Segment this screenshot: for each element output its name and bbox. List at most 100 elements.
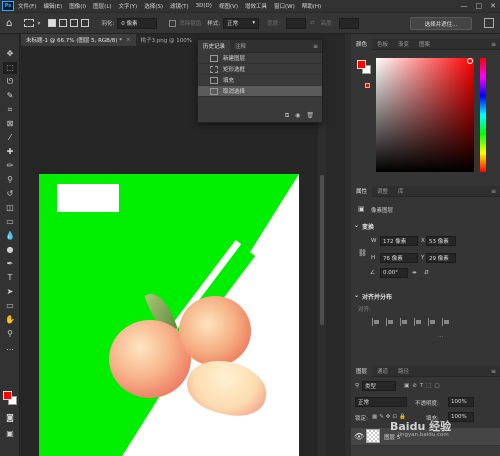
type-tool-icon[interactable]: T [3,272,17,284]
flip-vertical-icon[interactable]: ⇵ [424,270,429,276]
menu-image[interactable]: 图像(I) [69,2,86,10]
panel-menu-icon[interactable]: ≡ [491,188,496,195]
antialias-checkbox[interactable] [169,19,177,27]
history-item[interactable]: 取消选择 [198,86,322,97]
path-select-tool-icon[interactable]: ➤ [3,286,17,298]
swap-icon[interactable]: ⇄ [310,20,315,26]
eye-icon[interactable]: 👁 [354,432,364,441]
trash-icon[interactable]: 🗑 [306,112,314,119]
lasso-tool-icon[interactable]: ᘎ [3,76,17,88]
add-selection-icon[interactable] [59,19,68,27]
tab-paths[interactable]: 路径 [393,366,414,377]
angle-input[interactable]: 0.00° [380,268,408,278]
rect-marquee-preset-icon[interactable] [24,19,35,27]
menu-3d[interactable]: 3D(D) [196,3,212,9]
y-input[interactable]: 29 像素 [426,253,456,263]
align-bottom-icon[interactable] [442,318,450,326]
flip-horizontal-icon[interactable]: ⇹ [412,270,417,276]
more-tools-icon[interactable]: … [3,342,17,354]
tab-history[interactable]: 历史记录 [198,39,231,53]
frame-tool-icon[interactable]: ⊠ [3,118,17,130]
maximize-button[interactable]: □ [476,2,483,10]
quick-mask-icon[interactable]: ◙ [3,412,17,424]
healing-brush-tool-icon[interactable]: ✚ [3,146,17,158]
w-input[interactable]: 172 像素 [380,236,418,246]
height-input[interactable] [339,17,360,29]
share-icon[interactable] [484,18,494,28]
tab-channels[interactable]: 通道 [372,366,393,377]
rectangle-tool-icon[interactable]: ▭ [3,300,17,312]
tab-adjustments[interactable]: 调整 [372,186,393,197]
blur-tool-icon[interactable]: 💧 [3,230,17,242]
zoom-tool-icon[interactable]: ⚲ [3,328,17,340]
tab-libraries[interactable]: 库 [393,186,409,197]
clone-stamp-tool-icon[interactable]: ⚲ [3,174,17,186]
close-icon[interactable]: × [126,37,131,43]
eraser-tool-icon[interactable]: ◫ [3,202,17,214]
minimize-button[interactable]: — [461,2,468,10]
layer-filter-select[interactable]: 类型 [362,381,396,391]
vertical-scrollbar-thumb[interactable] [320,175,324,325]
menu-layer[interactable]: 图层(L) [93,2,111,10]
panel-menu-icon[interactable]: ≡ [491,41,496,48]
select-and-mask-button[interactable]: 选择并遮住... [410,17,472,30]
subtract-selection-icon[interactable] [70,19,79,27]
tab-swatches[interactable]: 色板 [372,39,393,50]
tab-layers[interactable]: 图层 [351,365,373,377]
menu-window[interactable]: 窗口(W) [274,2,295,10]
intersect-selection-icon[interactable] [81,19,90,27]
tab-document-1[interactable]: 未标题-1 @ 66.7% (图层 5, RGB/8) * × [21,34,136,46]
align-hcenter-icon[interactable] [386,318,394,326]
fill-input[interactable]: 100% [448,412,474,422]
gradient-tool-icon[interactable]: ▭ [3,216,17,228]
menu-view[interactable]: 视图(V) [219,2,238,10]
x-input[interactable]: 53 像素 [426,236,456,246]
menu-edit[interactable]: 编辑(E) [43,2,62,10]
new-selection-icon[interactable] [48,19,57,27]
chevron-down-icon[interactable]: ⌄ [354,222,359,229]
menu-select[interactable]: 选择(S) [144,2,163,10]
chevron-down-icon[interactable]: ▾ [37,20,40,27]
foreground-color-chip[interactable] [357,60,366,69]
pen-tool-icon[interactable]: ✒ [3,258,17,270]
hue-slider[interactable] [480,58,486,172]
new-document-from-state-icon[interactable]: ⧉ [285,112,289,120]
hand-tool-icon[interactable]: ✋ [3,314,17,326]
tab-patterns[interactable]: 图案 [414,39,435,50]
foreground-color-swatch[interactable] [3,391,12,400]
panel-menu-icon[interactable]: ≡ [491,368,496,375]
menu-help[interactable]: 帮助(H) [302,2,321,10]
history-item[interactable]: 矩形选框 [198,64,322,75]
crop-tool-icon[interactable]: ⌗ [3,104,17,116]
width-input[interactable] [285,17,306,29]
home-icon[interactable]: ⌂ [6,18,12,29]
menu-file[interactable]: 文件(F) [18,2,36,10]
menu-filter[interactable]: 滤镜(T) [170,2,189,10]
color-picker-ring[interactable] [467,58,473,64]
snapshot-camera-icon[interactable]: ◉ [295,112,300,119]
link-icon[interactable]: ⛓ [358,249,367,257]
chevron-down-icon[interactable]: ⌄ [354,292,359,299]
h-input[interactable]: 76 像素 [380,253,418,263]
layer-filter-icons[interactable]: ▣⊘T⬚▢ [404,383,443,389]
history-item[interactable]: 填充 [198,75,322,86]
align-vcenter-icon[interactable] [428,318,436,326]
tab-color[interactable]: 颜色 [351,38,373,50]
rect-marquee-tool-icon[interactable]: ⬚ [3,62,17,74]
history-item[interactable]: 新建图层 [198,53,322,64]
align-top-icon[interactable] [414,318,422,326]
history-brush-tool-icon[interactable]: ↺ [3,188,17,200]
brush-tool-icon[interactable]: ✏ [3,160,17,172]
align-left-icon[interactable] [372,318,380,326]
color-saturation-field[interactable] [376,58,474,172]
menu-type[interactable]: 文字(Y) [119,2,138,10]
style-select[interactable]: 正常 ▾ [223,17,260,29]
eyedropper-tool-icon[interactable]: ⁄ [3,132,17,144]
quick-select-tool-icon[interactable]: ✎ [3,90,17,102]
feather-input[interactable]: 0 像素 [117,17,158,29]
move-tool-icon[interactable]: ✥ [3,48,17,60]
menu-plugins[interactable]: 增效工具 [245,2,267,10]
close-button[interactable]: ✕ [490,2,496,10]
layer-row[interactable] [351,446,500,456]
tab-notes[interactable]: 注释 [230,40,251,53]
